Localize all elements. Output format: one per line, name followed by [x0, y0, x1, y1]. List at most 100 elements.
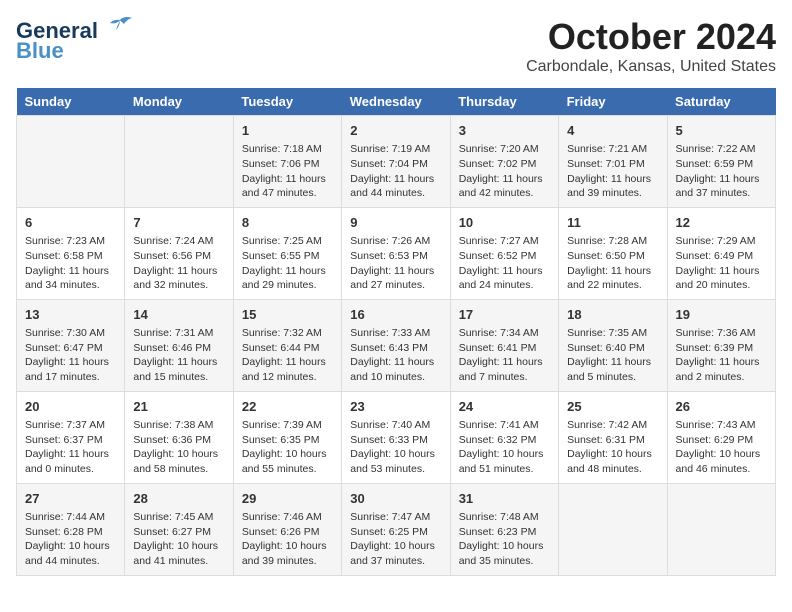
- day-number: 1: [242, 122, 333, 140]
- day-info: Sunrise: 7:35 AM Sunset: 6:40 PM Dayligh…: [567, 326, 658, 385]
- calendar-cell: 2 Sunrise: 7:19 AM Sunset: 7:04 PM Daylig…: [342, 116, 450, 208]
- day-info: Sunrise: 7:24 AM Sunset: 6:56 PM Dayligh…: [133, 234, 224, 293]
- calendar-header-row: SundayMondayTuesdayWednesdayThursdayFrid…: [17, 88, 776, 116]
- calendar-cell: 8Sunrise: 7:25 AM Sunset: 6:55 PM Daylig…: [233, 207, 341, 299]
- day-info: Sunrise: 7:32 AM Sunset: 6:44 PM Dayligh…: [242, 326, 333, 385]
- day-number: 18: [567, 306, 658, 324]
- header-tuesday: Tuesday: [233, 88, 341, 116]
- day-info: Sunrise: 7:40 AM Sunset: 6:33 PM Dayligh…: [350, 418, 441, 477]
- day-number: 5: [676, 122, 767, 140]
- day-info: Sunrise: 7:26 AM Sunset: 6:53 PM Dayligh…: [350, 234, 441, 293]
- day-number: 27: [25, 490, 116, 508]
- header-friday: Friday: [559, 88, 667, 116]
- calendar-cell: 25 Sunrise: 7:42 AM Sunset: 6:31 PM Dayli…: [559, 391, 667, 483]
- day-info: Sunrise: 7:44 AM Sunset: 6:28 PM Dayligh…: [25, 510, 116, 569]
- calendar-cell: 28 Sunrise: 7:45 AM Sunset: 6:27 PM Dayli…: [125, 483, 233, 575]
- day-number: 28: [133, 490, 224, 508]
- calendar-cell: 30 Sunrise: 7:47 AM Sunset: 6:25 PM Dayli…: [342, 483, 450, 575]
- day-info: Sunrise: 7:18 AM Sunset: 7:06 PM Dayligh…: [242, 142, 333, 201]
- calendar-cell: 23Sunrise: 7:40 AM Sunset: 6:33 PM Dayli…: [342, 391, 450, 483]
- day-info: Sunrise: 7:43 AM Sunset: 6:29 PM Dayligh…: [676, 418, 767, 477]
- title-block: October 2024 Carbondale, Kansas, United …: [526, 16, 776, 76]
- day-number: 10: [459, 214, 550, 232]
- day-number: 2: [350, 122, 441, 140]
- calendar-cell: [17, 116, 125, 208]
- day-info: Sunrise: 7:30 AM Sunset: 6:47 PM Dayligh…: [25, 326, 116, 385]
- day-info: Sunrise: 7:36 AM Sunset: 6:39 PM Dayligh…: [676, 326, 767, 385]
- day-info: Sunrise: 7:38 AM Sunset: 6:36 PM Dayligh…: [133, 418, 224, 477]
- calendar-cell: 29 Sunrise: 7:46 AM Sunset: 6:26 PM Dayli…: [233, 483, 341, 575]
- calendar-week-1: 1 Sunrise: 7:18 AM Sunset: 7:06 PM Daylig…: [17, 116, 776, 208]
- day-info: Sunrise: 7:37 AM Sunset: 6:37 PM Dayligh…: [25, 418, 116, 477]
- day-number: 4: [567, 122, 658, 140]
- day-number: 13: [25, 306, 116, 324]
- day-info: Sunrise: 7:33 AM Sunset: 6:43 PM Dayligh…: [350, 326, 441, 385]
- day-number: 7: [133, 214, 224, 232]
- calendar-cell: 20 Sunrise: 7:37 AM Sunset: 6:37 PM Dayli…: [17, 391, 125, 483]
- calendar-cell: 5 Sunrise: 7:22 AM Sunset: 6:59 PM Daylig…: [667, 116, 775, 208]
- day-number: 9: [350, 214, 441, 232]
- day-info: Sunrise: 7:29 AM Sunset: 6:49 PM Dayligh…: [676, 234, 767, 293]
- logo-blue: Blue: [16, 38, 64, 64]
- calendar-cell: 10 Sunrise: 7:27 AM Sunset: 6:52 PM Dayli…: [450, 207, 558, 299]
- calendar-cell: 1 Sunrise: 7:18 AM Sunset: 7:06 PM Daylig…: [233, 116, 341, 208]
- day-info: Sunrise: 7:47 AM Sunset: 6:25 PM Dayligh…: [350, 510, 441, 569]
- calendar-cell: 13 Sunrise: 7:30 AM Sunset: 6:47 PM Dayli…: [17, 299, 125, 391]
- logo-bird-icon: [106, 16, 134, 42]
- day-info: Sunrise: 7:20 AM Sunset: 7:02 PM Dayligh…: [459, 142, 550, 201]
- calendar-week-4: 20 Sunrise: 7:37 AM Sunset: 6:37 PM Dayli…: [17, 391, 776, 483]
- day-number: 14: [133, 306, 224, 324]
- header-sunday: Sunday: [17, 88, 125, 116]
- day-number: 19: [676, 306, 767, 324]
- day-info: Sunrise: 7:42 AM Sunset: 6:31 PM Dayligh…: [567, 418, 658, 477]
- calendar-cell: [559, 483, 667, 575]
- day-info: Sunrise: 7:39 AM Sunset: 6:35 PM Dayligh…: [242, 418, 333, 477]
- calendar-cell: 19 Sunrise: 7:36 AM Sunset: 6:39 PM Dayli…: [667, 299, 775, 391]
- calendar-cell: 18 Sunrise: 7:35 AM Sunset: 6:40 PM Dayli…: [559, 299, 667, 391]
- calendar-cell: 17Sunrise: 7:34 AM Sunset: 6:41 PM Dayli…: [450, 299, 558, 391]
- calendar-title: October 2024: [526, 16, 776, 58]
- calendar-table: SundayMondayTuesdayWednesdayThursdayFrid…: [16, 88, 776, 576]
- calendar-cell: 22Sunrise: 7:39 AM Sunset: 6:35 PM Dayli…: [233, 391, 341, 483]
- calendar-week-2: 6 Sunrise: 7:23 AM Sunset: 6:58 PM Daylig…: [17, 207, 776, 299]
- day-number: 21: [133, 398, 224, 416]
- day-info: Sunrise: 7:27 AM Sunset: 6:52 PM Dayligh…: [459, 234, 550, 293]
- day-number: 26: [676, 398, 767, 416]
- day-info: Sunrise: 7:28 AM Sunset: 6:50 PM Dayligh…: [567, 234, 658, 293]
- calendar-cell: 6 Sunrise: 7:23 AM Sunset: 6:58 PM Daylig…: [17, 207, 125, 299]
- logo: General Blue: [16, 16, 134, 64]
- day-info: Sunrise: 7:23 AM Sunset: 6:58 PM Dayligh…: [25, 234, 116, 293]
- day-number: 30: [350, 490, 441, 508]
- calendar-cell: 14 Sunrise: 7:31 AM Sunset: 6:46 PM Dayli…: [125, 299, 233, 391]
- page-header: General Blue October 2024 Carbondale, Ka…: [16, 16, 776, 76]
- day-number: 16: [350, 306, 441, 324]
- day-number: 29: [242, 490, 333, 508]
- day-number: 3: [459, 122, 550, 140]
- calendar-cell: 12 Sunrise: 7:29 AM Sunset: 6:49 PM Dayli…: [667, 207, 775, 299]
- calendar-cell: 27 Sunrise: 7:44 AM Sunset: 6:28 PM Dayli…: [17, 483, 125, 575]
- calendar-cell: 24Sunrise: 7:41 AM Sunset: 6:32 PM Dayli…: [450, 391, 558, 483]
- day-number: 12: [676, 214, 767, 232]
- calendar-cell: 7 Sunrise: 7:24 AM Sunset: 6:56 PM Daylig…: [125, 207, 233, 299]
- day-info: Sunrise: 7:34 AM Sunset: 6:41 PM Dayligh…: [459, 326, 550, 385]
- header-monday: Monday: [125, 88, 233, 116]
- day-info: Sunrise: 7:45 AM Sunset: 6:27 PM Dayligh…: [133, 510, 224, 569]
- calendar-cell: 31Sunrise: 7:48 AM Sunset: 6:23 PM Dayli…: [450, 483, 558, 575]
- calendar-body: 1 Sunrise: 7:18 AM Sunset: 7:06 PM Daylig…: [17, 116, 776, 576]
- calendar-cell: [667, 483, 775, 575]
- header-wednesday: Wednesday: [342, 88, 450, 116]
- header-saturday: Saturday: [667, 88, 775, 116]
- calendar-week-3: 13 Sunrise: 7:30 AM Sunset: 6:47 PM Dayli…: [17, 299, 776, 391]
- day-info: Sunrise: 7:31 AM Sunset: 6:46 PM Dayligh…: [133, 326, 224, 385]
- day-info: Sunrise: 7:19 AM Sunset: 7:04 PM Dayligh…: [350, 142, 441, 201]
- day-number: 6: [25, 214, 116, 232]
- calendar-subtitle: Carbondale, Kansas, United States: [526, 58, 776, 76]
- day-info: Sunrise: 7:22 AM Sunset: 6:59 PM Dayligh…: [676, 142, 767, 201]
- day-number: 8: [242, 214, 333, 232]
- day-number: 25: [567, 398, 658, 416]
- calendar-week-5: 27 Sunrise: 7:44 AM Sunset: 6:28 PM Dayli…: [17, 483, 776, 575]
- calendar-cell: 9 Sunrise: 7:26 AM Sunset: 6:53 PM Daylig…: [342, 207, 450, 299]
- calendar-cell: 4Sunrise: 7:21 AM Sunset: 7:01 PM Daylig…: [559, 116, 667, 208]
- day-number: 20: [25, 398, 116, 416]
- day-info: Sunrise: 7:46 AM Sunset: 6:26 PM Dayligh…: [242, 510, 333, 569]
